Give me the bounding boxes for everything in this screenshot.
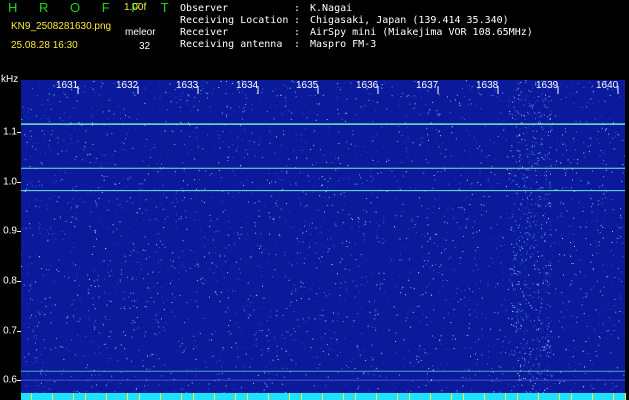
x-tick-label: 1632 xyxy=(116,80,139,91)
bottom-bar-mark xyxy=(517,393,518,400)
spectrogram-svg xyxy=(21,80,625,395)
bottom-bar-mark xyxy=(451,393,452,400)
info-separator: : xyxy=(294,27,301,38)
bottom-bar-mark xyxy=(538,393,539,400)
x-tick-label: 1639 xyxy=(536,80,559,91)
y-tick xyxy=(17,181,21,183)
y-tick xyxy=(17,380,21,382)
x-tick-label: 1634 xyxy=(236,80,259,91)
y-tick-label: 0.7 xyxy=(3,325,17,336)
info-row-receiver: Receiver : AirSpy mini (Miakejima VOR 10… xyxy=(180,27,533,38)
info-separator: : xyxy=(294,39,301,50)
y-tick-label: 0.8 xyxy=(3,275,17,287)
filename-label: KN9_2508281630.png xyxy=(11,21,112,32)
y-tick xyxy=(17,330,21,332)
bottom-bar-mark xyxy=(160,393,161,400)
bottom-bar-mark xyxy=(106,393,107,400)
bottom-bar-mark xyxy=(289,393,290,400)
bottom-bar-mark xyxy=(268,393,269,400)
bottom-bar-mark xyxy=(355,393,356,400)
bottom-bar-mark xyxy=(247,393,248,400)
bottom-bar-mark xyxy=(397,393,398,400)
bottom-bar-mark xyxy=(193,393,194,400)
info-value: AirSpy mini (Miakejima VOR 108.65MHz) xyxy=(310,27,533,38)
y-tick-label: 1.0 xyxy=(3,176,17,188)
bottom-bar-mark xyxy=(484,393,485,400)
bottom-bar-mark xyxy=(613,393,614,400)
x-tick-label: 1633 xyxy=(176,80,199,91)
spectrogram xyxy=(21,80,625,395)
info-label: Receiving antenna xyxy=(180,39,283,50)
bottom-bar-mark xyxy=(85,393,86,400)
x-tick-label: 1636 xyxy=(356,80,379,91)
spectrogram-background xyxy=(21,80,625,395)
info-row-antenna: Receiving antenna : Maspro FM-3 xyxy=(180,39,376,50)
bottom-bar-mark xyxy=(376,393,377,400)
info-value: Maspro FM-3 xyxy=(310,39,377,50)
y-axis-unit: kHz xyxy=(1,74,19,85)
y-tick xyxy=(17,280,21,282)
bottom-bar-mark xyxy=(592,393,593,400)
bottom-bar-mark xyxy=(214,393,215,400)
info-label: Receiving Location xyxy=(180,15,289,26)
info-row-location: Receiving Location : Chigasaki, Japan (1… xyxy=(180,15,509,26)
bottom-bar-mark xyxy=(301,393,302,400)
info-label: Receiver xyxy=(180,27,229,38)
bottom-bar-mark xyxy=(625,393,626,400)
info-separator: : xyxy=(294,15,301,26)
info-value: K.Nagai xyxy=(310,3,353,14)
mode-label: meleor xyxy=(125,27,156,38)
bottom-bar-mark xyxy=(430,393,431,400)
bottom-bar-mark xyxy=(559,393,560,400)
x-tick-label: 1640 xyxy=(596,80,619,91)
info-separator: : xyxy=(294,3,301,14)
bottom-bar-mark xyxy=(571,393,572,400)
bottom-bar-mark xyxy=(31,393,32,400)
y-tick-label: 1.1 xyxy=(3,126,17,138)
bottom-bar-mark xyxy=(322,393,323,400)
version-label: 1.00f xyxy=(124,2,147,13)
x-tick-label: 1637 xyxy=(416,80,439,91)
bottom-bar-mark xyxy=(409,393,410,400)
bottom-bar-mark xyxy=(181,393,182,400)
x-tick-label: 1635 xyxy=(296,80,319,91)
info-label: Observer xyxy=(180,3,229,14)
hrofft-window: H R O F F T 1.00f KN9_2508281630.png 25.… xyxy=(0,0,629,400)
bottom-bar-mark xyxy=(343,393,344,400)
bottom-bar xyxy=(21,393,626,400)
count-label: 32 xyxy=(139,41,151,52)
y-tick-label: 0.6 xyxy=(3,374,17,386)
info-value: Chigasaki, Japan (139.414 35.340) xyxy=(310,15,509,26)
y-tick xyxy=(17,132,21,134)
bottom-bar-mark xyxy=(463,393,464,400)
x-tick-label: 1631 xyxy=(56,80,79,91)
bottom-bar-mark xyxy=(52,393,53,400)
bottom-bar-mark xyxy=(505,393,506,400)
bottom-bar-mark xyxy=(139,393,140,400)
bottom-bar-mark xyxy=(127,393,128,400)
datetime-label: 25.08.28 16:30 xyxy=(11,40,78,51)
x-tick-label: 1638 xyxy=(476,80,499,91)
y-tick xyxy=(17,231,21,233)
info-row-observer: Observer : K.Nagai xyxy=(180,3,352,14)
bottom-bar-mark xyxy=(235,393,236,400)
app-brand: H R O F F T xyxy=(8,0,178,15)
y-tick-label: 0.9 xyxy=(3,225,17,237)
bottom-bar-mark xyxy=(73,393,74,400)
